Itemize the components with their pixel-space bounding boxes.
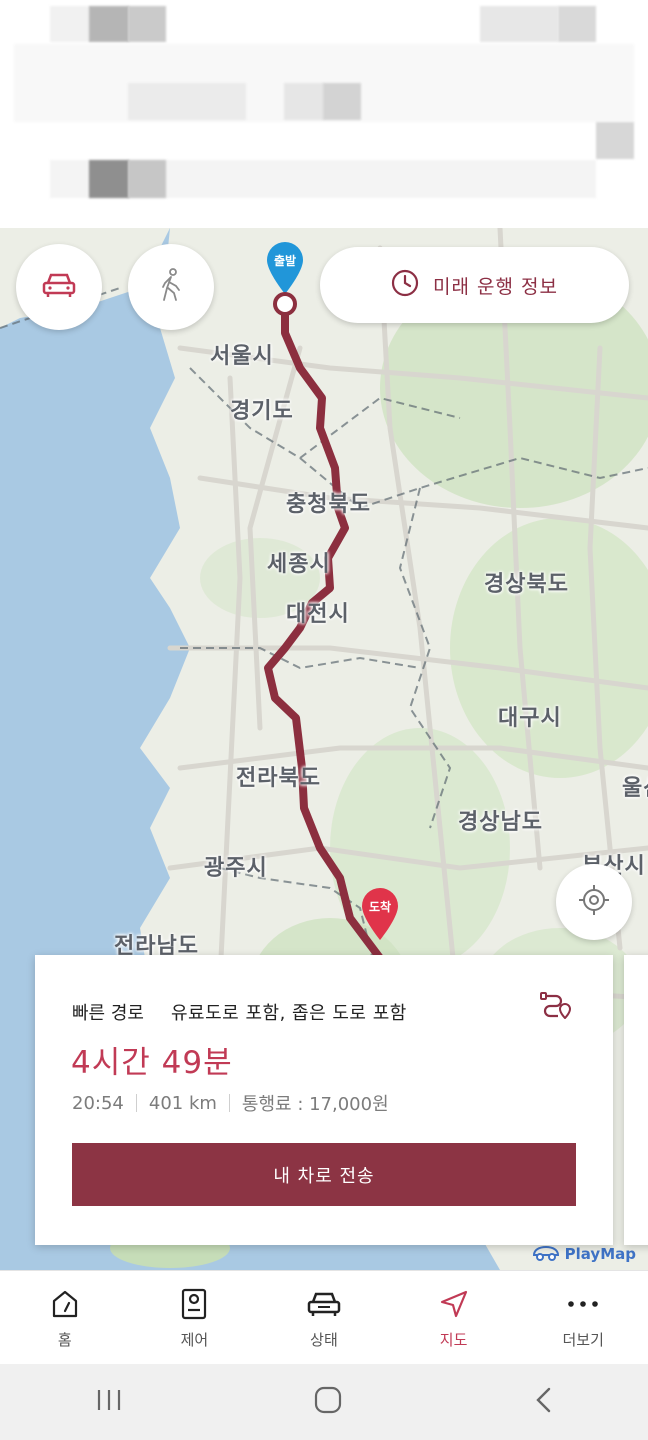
my-location-button[interactable] (556, 864, 632, 940)
navigation-arrow-icon (439, 1287, 469, 1321)
route-options-icon[interactable] (540, 991, 572, 1023)
nav-status[interactable]: 상태 (259, 1271, 389, 1364)
map-label-daegu: 대구시 (498, 706, 562, 731)
walking-person-icon (157, 268, 185, 306)
next-route-card-peek[interactable] (624, 955, 648, 1245)
nav-home[interactable]: 홈 (0, 1271, 130, 1364)
bottom-navigation: 홈 제어 상태 지도 더보기 (0, 1270, 648, 1364)
start-point-dot (273, 292, 297, 316)
map-label-gyeonggi: 경기도 (230, 399, 294, 424)
nav-map[interactable]: 지도 (389, 1271, 519, 1364)
car-icon (41, 271, 77, 303)
nav-home-label: 홈 (57, 1331, 72, 1349)
meta-divider (228, 1094, 230, 1112)
nav-status-label: 상태 (310, 1331, 338, 1349)
nav-control[interactable]: 제어 (130, 1271, 260, 1364)
meta-divider (135, 1094, 137, 1112)
map-label-sejong: 세종시 (267, 552, 331, 577)
map-label-gwangju: 광주시 (204, 856, 268, 881)
home-button-icon[interactable] (314, 1386, 342, 1418)
home-gauge-icon (50, 1287, 80, 1321)
map-label-ulsan: 울산 (622, 776, 648, 801)
map-label-jeonbuk: 전라북도 (236, 766, 321, 791)
map-label-gyeongbuk: 경상북도 (484, 572, 569, 597)
more-icon (567, 1287, 599, 1321)
start-pin-label: 출발 (273, 254, 297, 268)
route-meta: 20:54 401 km 통행료 : 17,000원 (72, 1090, 389, 1116)
car-mode-button[interactable] (16, 244, 102, 330)
recent-apps-icon[interactable] (96, 1388, 122, 1416)
clock-icon (391, 269, 419, 301)
playmap-car-icon (531, 1242, 561, 1266)
route-distance: 401 km (148, 1092, 217, 1114)
start-pin[interactable]: 출발 (263, 240, 307, 296)
back-icon[interactable] (534, 1386, 552, 1418)
toll-fee: 통행료 : 17,000원 (241, 1094, 389, 1115)
map-label-seoul: 서울시 (210, 344, 274, 369)
map-label-gyeongnam: 경상남도 (458, 810, 543, 835)
future-driving-info-button[interactable]: 미래 운행 정보 (320, 247, 629, 323)
route-options-label: 유료도로 포함, 좁은 도로 포함 (171, 1003, 407, 1024)
future-driving-info-label: 미래 운행 정보 (433, 275, 558, 298)
map-label-chungbuk: 충청북도 (286, 492, 371, 517)
route-duration: 4시간 49분 (71, 1045, 233, 1081)
location-target-icon (578, 884, 610, 920)
playmap-logo-text: PlayMap (564, 1245, 636, 1263)
end-pin-label: 도착 (368, 900, 392, 914)
arrival-time: 20:54 (72, 1092, 124, 1114)
car-status-icon (306, 1287, 342, 1321)
map-label-daejeon: 대전시 (286, 602, 350, 627)
nav-map-label: 지도 (439, 1331, 468, 1349)
nav-more[interactable]: 더보기 (518, 1271, 648, 1364)
system-navigation-bar (0, 1364, 648, 1440)
end-pin[interactable]: 도착 (358, 886, 402, 942)
control-icon (180, 1287, 208, 1321)
route-type-label: 빠른 경로 (72, 1003, 144, 1024)
top-header-blurred (0, 0, 648, 228)
playmap-logo: PlayMap (531, 1242, 636, 1266)
send-to-car-button[interactable]: 내 차로 전송 (72, 1143, 576, 1206)
route-card[interactable]: 빠른 경로 유료도로 포함, 좁은 도로 포함 4시간 49분 20:54 40… (35, 955, 613, 1245)
nav-more-label: 더보기 (562, 1331, 604, 1349)
nav-control-label: 제어 (180, 1331, 209, 1349)
walk-mode-button[interactable] (128, 244, 214, 330)
